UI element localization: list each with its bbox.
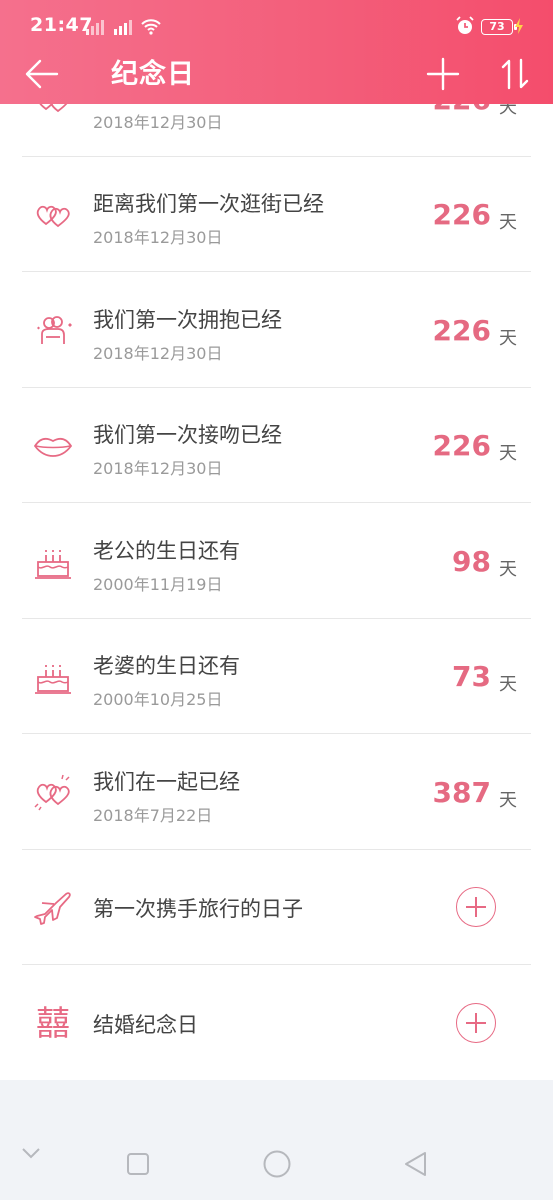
item-title: 距离我们第一次逛街已经 <box>93 192 324 216</box>
item-unit: 天 <box>499 674 517 695</box>
battery-indicator: 73 <box>481 19 517 35</box>
lips-icon <box>33 437 73 457</box>
system-navigation-bar <box>0 1080 553 1200</box>
back-triangle-icon[interactable] <box>402 1150 428 1178</box>
signal-strength-icon <box>86 20 104 35</box>
add-icon[interactable] <box>424 55 462 93</box>
item-day-count: 387 <box>432 776 491 809</box>
cake-icon <box>35 550 71 579</box>
list-item[interactable]: 距离我们第一次逛街已经 2018年12月30日 226 天 <box>22 156 531 272</box>
back-arrow-icon[interactable] <box>22 54 62 94</box>
item-title: 结婚纪念日 <box>93 1013 198 1037</box>
app-header: 21:47 73 纪念日 <box>0 0 553 104</box>
item-unit: 天 <box>499 790 517 811</box>
page-title: 纪念日 <box>111 59 195 90</box>
double-happiness-icon: 囍 <box>36 1004 70 1044</box>
item-date: 2018年12月30日 <box>93 459 223 478</box>
list-item[interactable]: 我们第一次拥抱已经 2018年12月30日 226 天 <box>22 272 531 388</box>
home-icon[interactable] <box>262 1149 292 1179</box>
cake-icon <box>35 665 71 694</box>
alarm-icon <box>456 16 474 34</box>
list-item[interactable]: 我们在一起已经 2018年7月22日 387 天 <box>22 734 531 850</box>
hearts-icon <box>36 205 70 228</box>
item-title: 老公的生日还有 <box>93 539 240 563</box>
item-day-count: 226 <box>432 314 491 347</box>
item-day-count: 98 <box>452 545 491 578</box>
list-item[interactable]: 第一次携手旅行的日子 <box>22 849 531 965</box>
list-item[interactable]: 老公的生日还有 2000年11月19日 98 天 <box>22 503 531 619</box>
item-day-count: 226 <box>432 429 491 462</box>
sort-icon[interactable] <box>496 55 534 93</box>
charging-icon <box>515 18 523 34</box>
add-anniversary-button[interactable] <box>456 887 496 927</box>
status-bar: 21:47 73 <box>0 0 553 52</box>
item-date: 2018年12月30日 <box>93 228 223 247</box>
item-date: 2000年11月19日 <box>93 575 223 594</box>
item-day-count: 226 <box>432 198 491 231</box>
hug-icon <box>37 316 72 344</box>
item-date: 2018年12月30日 <box>93 344 223 363</box>
item-title: 我们第一次接吻已经 <box>93 423 282 447</box>
item-unit: 天 <box>499 212 517 233</box>
chevron-down-icon[interactable] <box>20 1146 42 1160</box>
item-title: 我们在一起已经 <box>93 770 240 794</box>
item-date: 2018年12月30日 <box>93 113 223 132</box>
item-title: 老婆的生日还有 <box>93 654 240 678</box>
item-unit: 天 <box>499 328 517 349</box>
anniversary-list: 2018年12月30日 226 天 距离我们第一次逛街已经 2018年12月30… <box>0 0 553 1080</box>
item-date: 2000年10月25日 <box>93 690 223 709</box>
item-title: 我们第一次拥抱已经 <box>93 308 282 332</box>
list-item[interactable]: 囍 结婚纪念日 <box>22 965 531 1080</box>
list-item[interactable]: 我们第一次接吻已经 2018年12月30日 226 天 <box>22 387 531 503</box>
item-title: 第一次携手旅行的日子 <box>93 897 303 921</box>
list-item[interactable]: 老婆的生日还有 2000年10月25日 73 天 <box>22 618 531 734</box>
recent-apps-icon[interactable] <box>126 1152 150 1176</box>
item-date: 2018年7月22日 <box>93 806 213 825</box>
airplane-icon <box>34 892 71 925</box>
signal-strength-icon <box>114 20 132 35</box>
add-anniversary-button[interactable] <box>456 1003 496 1043</box>
wifi-icon <box>141 19 161 35</box>
item-unit: 天 <box>499 443 517 464</box>
item-day-count: 73 <box>452 660 491 693</box>
item-unit: 天 <box>499 559 517 580</box>
hearts-icon <box>34 774 70 811</box>
